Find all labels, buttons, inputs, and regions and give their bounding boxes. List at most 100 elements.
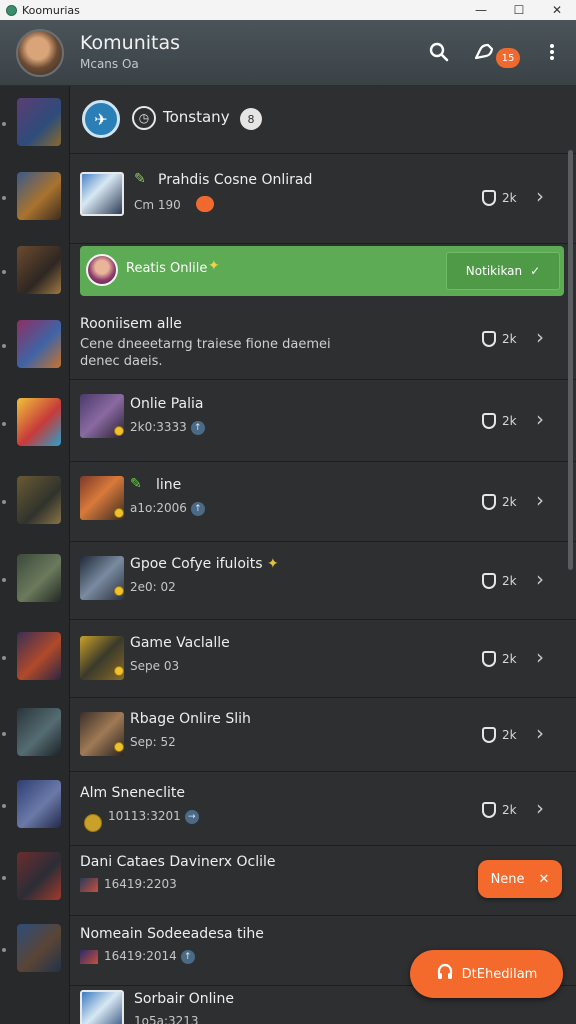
chevron-right-icon[interactable]: ›: [536, 488, 544, 512]
coin-icon: [114, 742, 124, 752]
item-meta: 16419:2203: [80, 877, 177, 892]
member-count: 2k: [502, 495, 517, 509]
notify-button-label: Notikikan: [465, 264, 523, 278]
list-item[interactable]: Rbage Onlire Slih Sep: 52 2k ›: [70, 698, 576, 772]
coin-icon: [84, 814, 102, 832]
member-count: 2k: [502, 652, 517, 666]
rail-indicator: [2, 732, 6, 736]
item-title: Onlie Palia: [130, 396, 204, 412]
list-item[interactable]: Onlie Palia 2k0:3333 ↑ 2k ›: [70, 380, 576, 462]
chevron-right-icon[interactable]: ›: [536, 325, 544, 349]
highlighted-banner[interactable]: Reatis Onlile ✦ Notikikan ✓: [80, 246, 564, 296]
rail-item[interactable]: [17, 320, 61, 368]
tag-icon: ✎: [130, 476, 142, 492]
info-icon: ↑: [190, 420, 205, 435]
item-title: Prahdis Cosne Onlirad: [158, 172, 313, 188]
sparkle-icon: ✦: [208, 258, 220, 274]
rail-item[interactable]: [17, 398, 61, 446]
item-title: Game Vaclalle: [130, 635, 230, 651]
rail-item[interactable]: [17, 924, 61, 972]
list-item[interactable]: Game Vaclalle Sepe 03 2k ›: [70, 620, 576, 698]
item-meta: 10113:3201 →: [108, 809, 199, 824]
rail-item[interactable]: [17, 852, 61, 900]
rail-item[interactable]: [17, 172, 61, 220]
list-item[interactable]: Alm Sneneclite 10113:3201 → 2k ›: [70, 772, 576, 846]
maximize-button[interactable]: ☐: [500, 0, 538, 20]
window-titlebar: Koomurias — ☐ ✕: [0, 0, 576, 20]
rail-item[interactable]: [17, 98, 61, 146]
game-thumbnail: [80, 990, 124, 1024]
primary-action-button[interactable]: DtEhedilam: [410, 950, 563, 998]
chevron-right-icon[interactable]: ›: [536, 796, 544, 820]
item-description: Cene dneeetarng traiese fione daemei den…: [80, 337, 331, 369]
item-meta: 1o5a:3213: [134, 1014, 199, 1024]
notification-icon[interactable]: [470, 38, 498, 66]
rail-indicator: [2, 270, 6, 274]
item-title: Dani Cataes Davinerx Oclile: [80, 854, 276, 870]
item-meta: Sepe 03: [130, 659, 180, 673]
community-rail: [0, 86, 70, 1024]
dismiss-button-label: Nene: [490, 871, 525, 887]
header-subtitle: Mcans Oa: [80, 57, 139, 71]
close-window-button[interactable]: ✕: [538, 0, 576, 20]
member-count: 2k: [502, 191, 517, 205]
sparkle-icon: ✦: [267, 556, 279, 572]
list-item[interactable]: ✎ line a1o:2006 ↑ 2k ›: [70, 462, 576, 542]
member-count: 2k: [502, 332, 517, 346]
dismiss-button[interactable]: Nene ✕: [478, 860, 562, 898]
app-header: Komunitas Mcans Oa 15: [0, 20, 576, 86]
info-icon: →: [184, 809, 199, 824]
header-title: Komunitas: [80, 32, 181, 54]
member-count: 2k: [502, 728, 517, 742]
item-meta: Cm 190: [134, 198, 181, 212]
banner-title: Reatis Onlile: [126, 261, 208, 276]
chevron-right-icon[interactable]: ›: [536, 567, 544, 591]
chevron-right-icon[interactable]: ›: [536, 184, 544, 208]
list-item[interactable]: Rooniisem alle Cene dneeetarng traiese f…: [70, 300, 576, 380]
scrollbar[interactable]: [568, 150, 573, 570]
list-header-badge: 8: [240, 108, 262, 130]
item-title: Rooniisem alle: [80, 316, 182, 332]
primary-action-label: DtEhedilam: [461, 966, 538, 982]
list-item[interactable]: Gpoe Cofye ifuloits ✦ 2e0: 02 2k ›: [70, 542, 576, 620]
list-header-row[interactable]: ✈ ◷ Tonstany 8: [70, 86, 576, 154]
compass-icon: ✈: [82, 100, 120, 138]
item-meta: a1o:2006 ↑: [130, 501, 205, 516]
rail-indicator: [2, 578, 6, 582]
item-title: Rbage Onlire Slih: [130, 711, 251, 727]
member-count: 2k: [502, 414, 517, 428]
item-title: Gpoe Cofye ifuloits ✦: [130, 556, 279, 572]
coin-icon: [114, 508, 124, 518]
rail-item[interactable]: [17, 476, 61, 524]
item-meta: 2e0: 02: [130, 580, 176, 594]
chevron-right-icon[interactable]: ›: [536, 645, 544, 669]
item-title: Sorbair Online: [134, 991, 234, 1007]
rail-item[interactable]: [17, 554, 61, 602]
list-item[interactable]: ✎ Prahdis Cosne Onlirad Cm 190 2k ›: [70, 154, 576, 244]
item-title: Nomeain Sodeeadesa tihe: [80, 926, 264, 942]
notification-badge: 15: [496, 48, 520, 68]
rail-indicator: [2, 344, 6, 348]
notify-button[interactable]: Notikikan ✓: [446, 252, 560, 290]
close-icon: ✕: [538, 871, 550, 887]
search-icon[interactable]: [425, 38, 453, 66]
more-icon[interactable]: [538, 38, 566, 66]
shield-icon: [482, 802, 496, 818]
chevron-right-icon[interactable]: ›: [536, 407, 544, 431]
chevron-right-icon[interactable]: ›: [536, 721, 544, 745]
minimize-button[interactable]: —: [462, 0, 500, 20]
list-header-title: Tonstany: [163, 108, 230, 126]
shield-icon: [482, 413, 496, 429]
rail-item[interactable]: [17, 780, 61, 828]
mini-thumbnail: [80, 877, 98, 892]
profile-avatar[interactable]: [16, 29, 64, 77]
coin-icon: [114, 586, 124, 596]
item-meta: 2k0:3333 ↑: [130, 420, 205, 435]
rail-item[interactable]: [17, 632, 61, 680]
rail-indicator: [2, 804, 6, 808]
rail-indicator: [2, 876, 6, 880]
rail-item[interactable]: [17, 246, 61, 294]
status-badge: [196, 196, 214, 212]
rail-item[interactable]: [17, 708, 61, 756]
shield-icon: [482, 190, 496, 206]
